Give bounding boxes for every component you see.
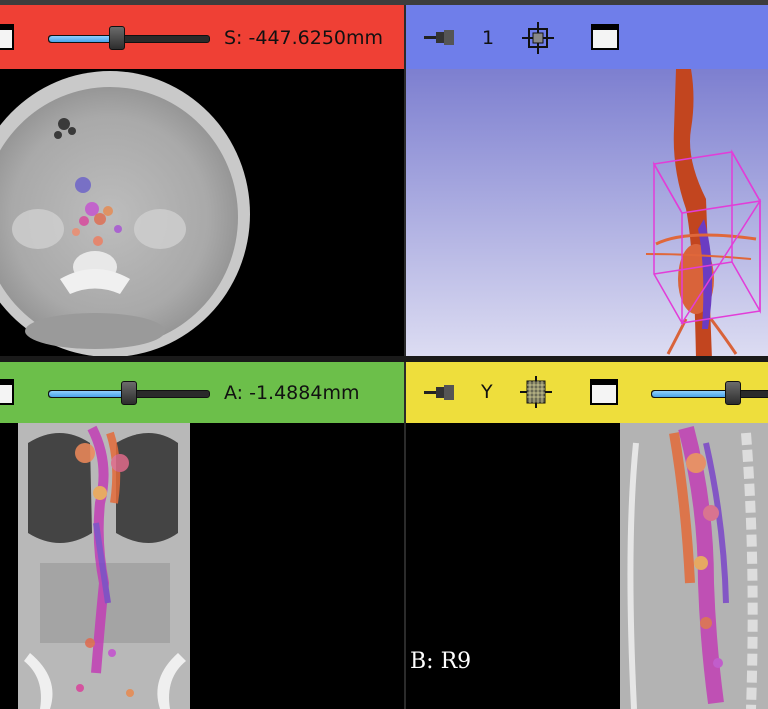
pin-icon[interactable] xyxy=(424,29,458,47)
coronal-ct-image xyxy=(18,423,190,709)
slider-handle[interactable] xyxy=(121,381,137,405)
slider-handle[interactable] xyxy=(725,381,741,405)
slice-grid-icon[interactable] xyxy=(518,374,554,410)
slider-fill xyxy=(652,391,736,397)
yellow-slice-view[interactable]: B: R9 xyxy=(406,423,768,709)
pin-icon[interactable] xyxy=(424,384,458,402)
view-layout-button[interactable] xyxy=(0,24,14,50)
red-slice-panel: S: -447.6250mm xyxy=(0,5,404,356)
three-d-view[interactable] xyxy=(406,69,768,356)
green-slice-controller-bar: A: -1.4884mm xyxy=(0,362,404,423)
slider-handle[interactable] xyxy=(109,26,125,50)
maximize-view-button[interactable] xyxy=(591,24,619,50)
orientation-label: Y xyxy=(481,381,493,403)
view-layout-button[interactable] xyxy=(0,379,14,405)
green-slice-panel: A: -1.4884mm xyxy=(0,362,404,709)
horizontal-view-divider[interactable] xyxy=(0,356,768,362)
slider-fill xyxy=(49,391,131,397)
view-index-label: 1 xyxy=(482,27,495,49)
yellow-slice-controller-bar: Y xyxy=(406,362,768,423)
vessel-render-image xyxy=(406,69,768,356)
green-slice-offset-readout: A: -1.4884mm xyxy=(224,382,360,404)
three-d-controller-bar: 1 xyxy=(406,5,768,69)
slice-overlay-label: B: R9 xyxy=(410,649,472,674)
red-slice-offset-slider[interactable] xyxy=(48,26,210,50)
green-slice-view[interactable] xyxy=(0,423,404,709)
three-d-panel: 1 xyxy=(406,5,768,356)
yellow-slice-panel: Y B: R9 xyxy=(406,362,768,709)
red-slice-view[interactable] xyxy=(0,69,404,356)
axial-ct-image xyxy=(0,71,250,356)
yellow-slice-offset-slider[interactable] xyxy=(651,381,768,405)
center-view-icon[interactable] xyxy=(520,20,556,56)
green-slice-offset-slider[interactable] xyxy=(48,381,210,405)
red-slice-offset-readout: S: -447.6250mm xyxy=(224,27,384,49)
red-slice-controller-bar: S: -447.6250mm xyxy=(0,5,404,69)
maximize-view-button[interactable] xyxy=(590,379,618,405)
